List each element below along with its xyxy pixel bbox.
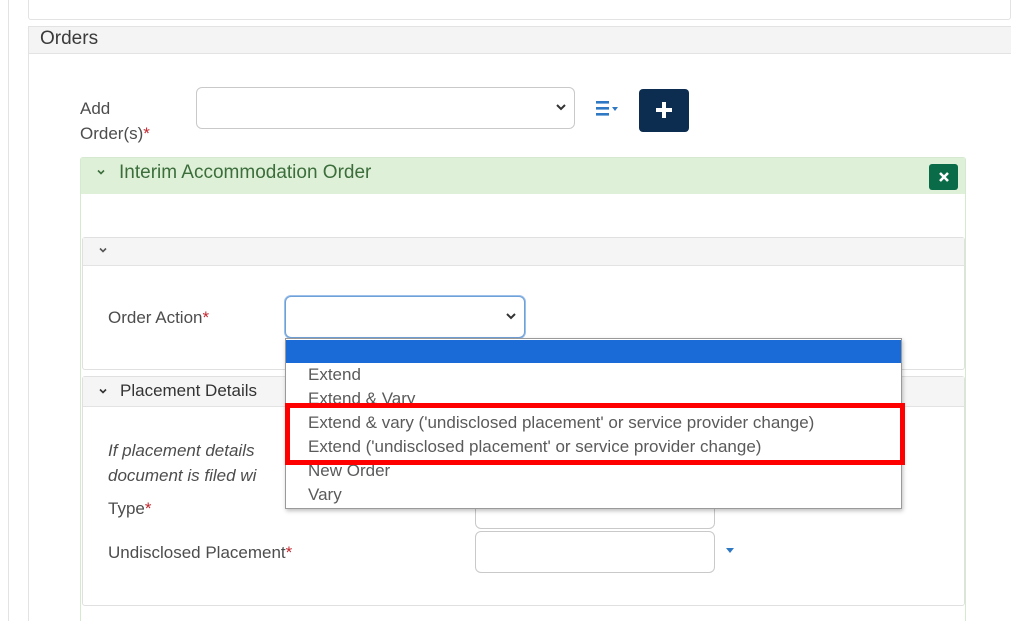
dropdown-option[interactable]: Extend xyxy=(286,363,901,387)
type-label-text: Type xyxy=(108,499,145,518)
chevron-down-icon[interactable] xyxy=(97,385,109,400)
undisclosed-placement-select[interactable] xyxy=(475,531,715,573)
order-action-panel-header[interactable] xyxy=(83,238,964,266)
page-left-border xyxy=(8,0,9,621)
chevron-down-icon[interactable] xyxy=(95,166,107,181)
undisclosed-placement-label: Undisclosed Placement* xyxy=(108,543,292,563)
remove-order-button[interactable] xyxy=(929,164,958,190)
list-dropdown-icon[interactable] xyxy=(594,98,620,120)
add-orders-select[interactable] xyxy=(196,87,575,129)
add-orders-label-text: Add Order(s) xyxy=(80,99,144,143)
placement-info-line2: document is filed wi xyxy=(108,466,257,485)
placement-info-text: If placement details document is filed w… xyxy=(108,438,288,488)
order-action-label-text: Order Action xyxy=(108,308,203,327)
order-action-select[interactable] xyxy=(285,296,525,338)
required-mark: * xyxy=(202,308,210,327)
order-action-label: Order Action* xyxy=(108,308,209,328)
previous-section-card xyxy=(28,0,1011,20)
close-icon xyxy=(938,172,949,182)
add-orders-label: Add Order(s)* xyxy=(80,96,180,146)
orders-section-header xyxy=(29,26,1011,54)
placement-details-title: Placement Details xyxy=(120,381,258,400)
required-mark: * xyxy=(285,543,293,562)
dropdown-option-empty[interactable] xyxy=(286,340,901,363)
caret-down-icon[interactable] xyxy=(726,548,734,553)
orders-section-title: Orders xyxy=(40,28,99,49)
placement-info-line1: If placement details xyxy=(108,441,255,460)
required-mark: * xyxy=(144,499,152,518)
dropdown-option[interactable]: Vary xyxy=(286,483,901,507)
interim-order-title: Interim Accommodation Order xyxy=(119,162,372,183)
add-order-button[interactable] xyxy=(639,89,689,132)
type-label: Type* xyxy=(108,499,151,519)
plus-icon xyxy=(656,102,672,118)
chevron-down-icon xyxy=(555,101,567,115)
undisclosed-placement-label-text: Undisclosed Placement xyxy=(108,543,286,562)
annotation-highlight-box xyxy=(285,403,905,465)
required-mark: * xyxy=(143,124,150,143)
chevron-down-icon[interactable] xyxy=(97,244,109,259)
chevron-down-icon xyxy=(505,310,517,324)
